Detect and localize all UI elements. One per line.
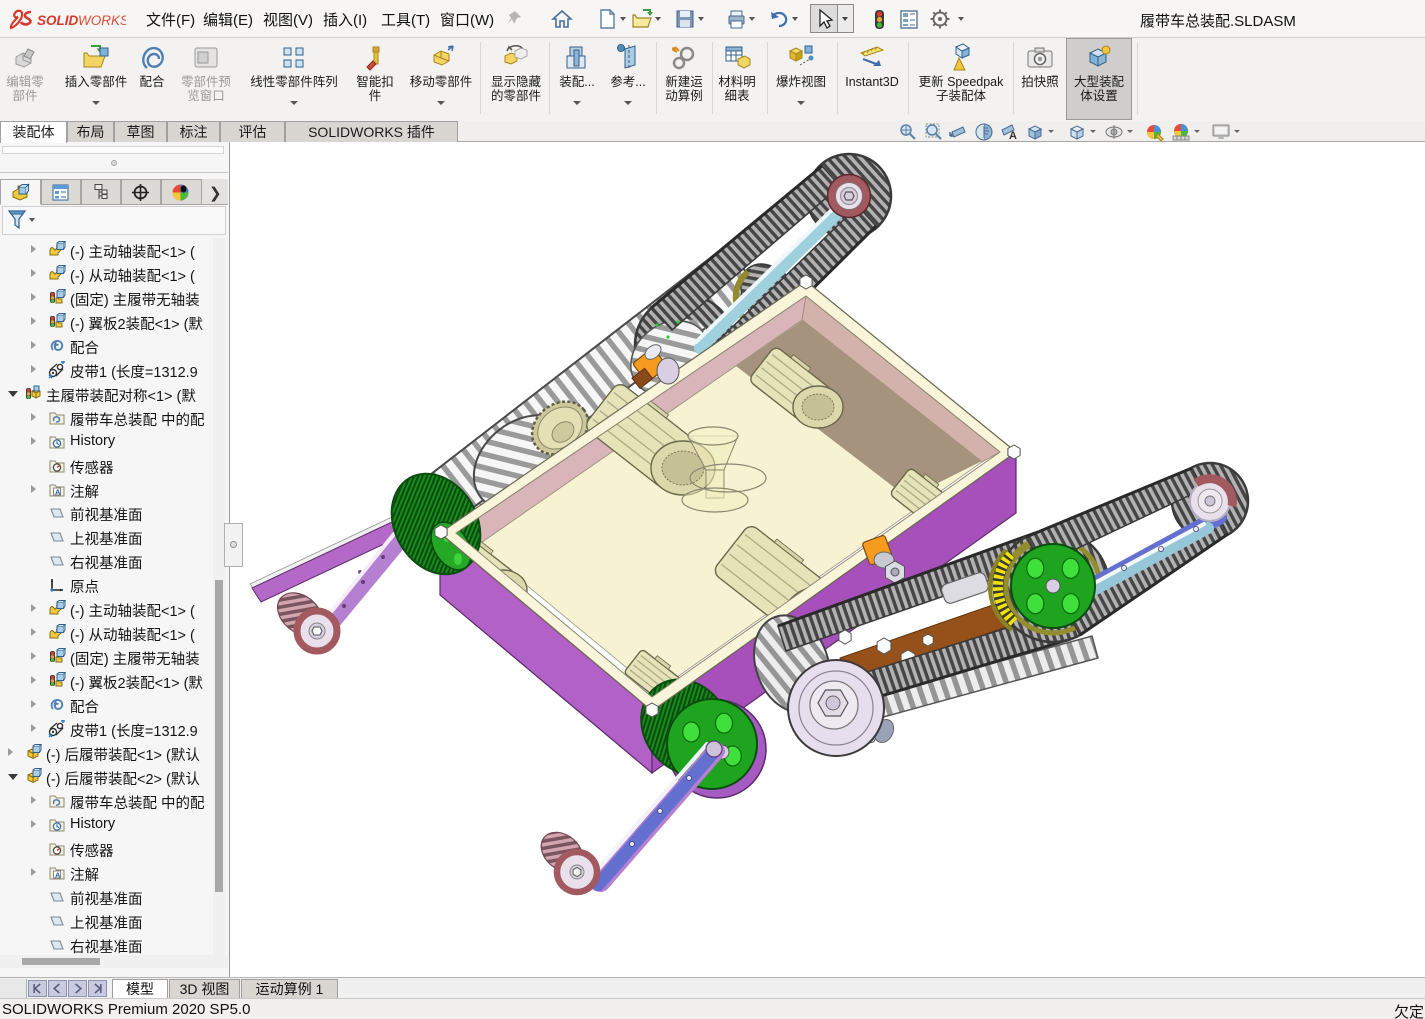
svg-text:A: A [55, 870, 61, 879]
svg-text:A: A [55, 487, 61, 496]
svg-text:A: A [1009, 130, 1017, 142]
svg-text:SOLID: SOLID [37, 13, 79, 28]
svg-text:WORKS: WORKS [78, 13, 126, 28]
